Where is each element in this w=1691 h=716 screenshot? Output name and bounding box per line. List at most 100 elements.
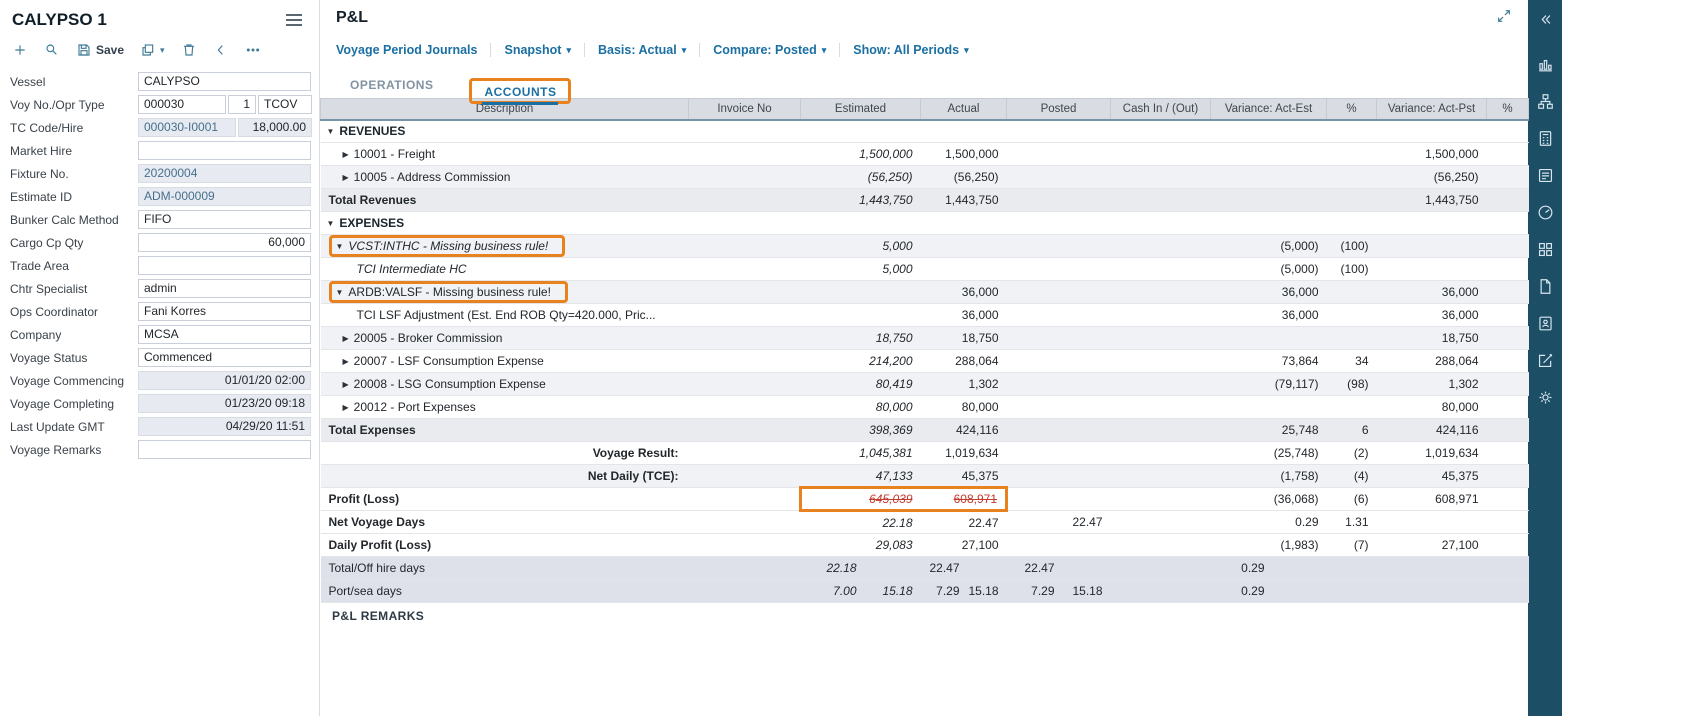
collapse-row-icon[interactable]: ▼ (336, 242, 344, 251)
table-row[interactable]: Profit (Loss)645,039608,971(36,068)(6)60… (321, 488, 1529, 511)
expand-row-icon[interactable]: ▶ (343, 334, 349, 343)
expand-row-icon[interactable]: ▶ (343, 403, 349, 412)
cell-est: 5,000 (801, 235, 921, 258)
calculator-icon[interactable] (1534, 127, 1556, 149)
field-value[interactable]: ADM-000009 (138, 187, 311, 206)
cell-pst (1007, 396, 1111, 419)
toolbar-link[interactable]: Show: All Periods▾ (840, 43, 981, 57)
field-value[interactable]: admin (138, 279, 311, 298)
field-value[interactable] (138, 141, 311, 160)
cell-vae (1211, 327, 1327, 350)
gear-icon[interactable] (1534, 386, 1556, 408)
column-header[interactable]: Cash In / (Out) (1111, 99, 1211, 120)
table-row[interactable]: Total Expenses398,369424,11625,7486424,1… (321, 419, 1529, 442)
expand-icon[interactable] (1494, 6, 1514, 31)
cell-act (921, 120, 1007, 143)
table-row[interactable]: ▶20008 - LSG Consumption Expense80,4191,… (321, 373, 1529, 396)
field-value[interactable]: CALYPSO (138, 72, 311, 91)
table-row[interactable]: ▼ARDB:VALSF - Missing business rule!36,0… (321, 281, 1529, 304)
table-row[interactable]: ▶20012 - Port Expenses80,00080,00080,000 (321, 396, 1529, 419)
table-row[interactable]: TCI LSF Adjustment (Est. End ROB Qty=420… (321, 304, 1529, 327)
table-row[interactable]: ▶10005 - Address Commission(56,250)(56,2… (321, 166, 1529, 189)
document-icon[interactable] (1534, 275, 1556, 297)
grid-icon[interactable] (1534, 238, 1556, 260)
row-description: TCI Intermediate HC (357, 262, 467, 276)
field-value[interactable]: 01/01/20 02:00 (138, 371, 311, 390)
column-header[interactable]: Estimated (801, 99, 921, 120)
pl-remarks-header[interactable]: P&L REMARKS (320, 603, 1528, 623)
table-row[interactable]: Net Voyage Days22.1822.4722.470.291.31 (321, 511, 1529, 534)
tab-operations[interactable]: OPERATIONS (348, 74, 435, 98)
tab-accounts[interactable]: ACCOUNTS (482, 81, 558, 105)
field-label: Ops Coordinator (10, 305, 138, 319)
toolbar-link[interactable]: Basis: Actual▾ (585, 43, 700, 57)
hierarchy-icon[interactable] (1534, 90, 1556, 112)
cell-pap (1487, 396, 1529, 419)
expand-row-icon[interactable]: ▶ (343, 150, 349, 159)
search-icon[interactable] (44, 42, 60, 58)
toolbar-link[interactable]: Voyage Period Journals (336, 43, 491, 57)
column-header[interactable]: Variance: Act-Est (1211, 99, 1327, 120)
cell-act: 1,443,750 (921, 189, 1007, 212)
table-row[interactable]: ▶20005 - Broker Commission18,75018,75018… (321, 327, 1529, 350)
field-row: Voy No./Opr Type0000301TCOV (10, 93, 311, 116)
table-row[interactable]: ▼REVENUES (321, 120, 1529, 143)
copy-icon[interactable]: ▾ (140, 42, 165, 58)
expand-row-icon[interactable]: ▶ (343, 380, 349, 389)
field-value[interactable]: 000030-I0001 (138, 118, 236, 137)
column-header[interactable]: Invoice No (689, 99, 801, 120)
field-value[interactable]: 20200004 (138, 164, 311, 183)
field-value[interactable]: 000030 (138, 95, 226, 114)
column-header[interactable]: Posted (1007, 99, 1111, 120)
toolbar-link[interactable]: Compare: Posted▾ (700, 43, 840, 57)
table-row[interactable]: Total/Off hire days22.1822.4722.470.29 (321, 557, 1529, 580)
field-value[interactable]: 60,000 (138, 233, 311, 252)
field-value[interactable]: FIFO (138, 210, 311, 229)
table-row[interactable]: Net Daily (TCE):47,13345,375(1,758)(4)45… (321, 465, 1529, 488)
delete-icon[interactable] (181, 42, 197, 58)
more-icon[interactable] (245, 42, 261, 58)
field-value[interactable]: Fani Korres (138, 302, 311, 321)
field-value[interactable]: 01/23/20 09:18 (138, 394, 311, 413)
edit-icon[interactable] (1534, 349, 1556, 371)
collapse-row-icon[interactable]: ▼ (327, 127, 335, 136)
column-header[interactable]: % (1327, 99, 1377, 120)
column-header[interactable]: Actual (921, 99, 1007, 120)
field-value[interactable] (138, 256, 311, 275)
field-value[interactable]: 1 (228, 95, 256, 114)
field-value[interactable]: 18,000.00 (238, 118, 312, 137)
table-row[interactable]: ▶10001 - Freight1,500,0001,500,0001,500,… (321, 143, 1529, 166)
field-value[interactable]: Commenced (138, 348, 311, 367)
collapse-row-icon[interactable]: ▼ (327, 219, 335, 228)
table-row[interactable]: ▶20007 - LSF Consumption Expense214,2002… (321, 350, 1529, 373)
save-icon[interactable]: Save (76, 42, 124, 58)
collapse-row-icon[interactable]: ▼ (336, 288, 344, 297)
expand-row-icon[interactable]: ▶ (343, 173, 349, 182)
menu-icon[interactable] (283, 11, 305, 29)
collapse-icon[interactable] (1534, 8, 1556, 30)
badge-icon[interactable] (1534, 312, 1556, 334)
field-value[interactable]: MCSA (138, 325, 311, 344)
cell-cash (1111, 166, 1211, 189)
table-row[interactable]: Port/sea days7.0015.187.2915.187.2915.18… (321, 580, 1529, 603)
cell-cash (1111, 327, 1211, 350)
toolbar-link[interactable]: Snapshot▾ (491, 43, 584, 57)
table-row[interactable]: ▼VCST:INTHC - Missing business rule!5,00… (321, 235, 1529, 258)
field-value[interactable]: TCOV (258, 95, 312, 114)
expand-row-icon[interactable]: ▶ (343, 357, 349, 366)
table-row[interactable]: Voyage Result:1,045,3811,019,634(25,748)… (321, 442, 1529, 465)
table-row[interactable]: ▼EXPENSES (321, 212, 1529, 235)
field-value[interactable]: 04/29/20 11:51 (138, 417, 311, 436)
gauge-icon[interactable] (1534, 201, 1556, 223)
add-icon[interactable] (12, 42, 28, 58)
back-icon[interactable] (213, 42, 229, 58)
table-row[interactable]: Total Revenues1,443,7501,443,7501,443,75… (321, 189, 1529, 212)
chart-icon[interactable] (1534, 53, 1556, 75)
table-row[interactable]: TCI Intermediate HC5,000(5,000)(100) (321, 258, 1529, 281)
cell-vap (1377, 258, 1487, 281)
column-header[interactable]: Variance: Act-Pst (1377, 99, 1487, 120)
form-icon[interactable] (1534, 164, 1556, 186)
table-row[interactable]: Daily Profit (Loss)29,08327,100(1,983)(7… (321, 534, 1529, 557)
field-value[interactable] (138, 440, 311, 459)
column-header[interactable]: % (1487, 99, 1529, 120)
